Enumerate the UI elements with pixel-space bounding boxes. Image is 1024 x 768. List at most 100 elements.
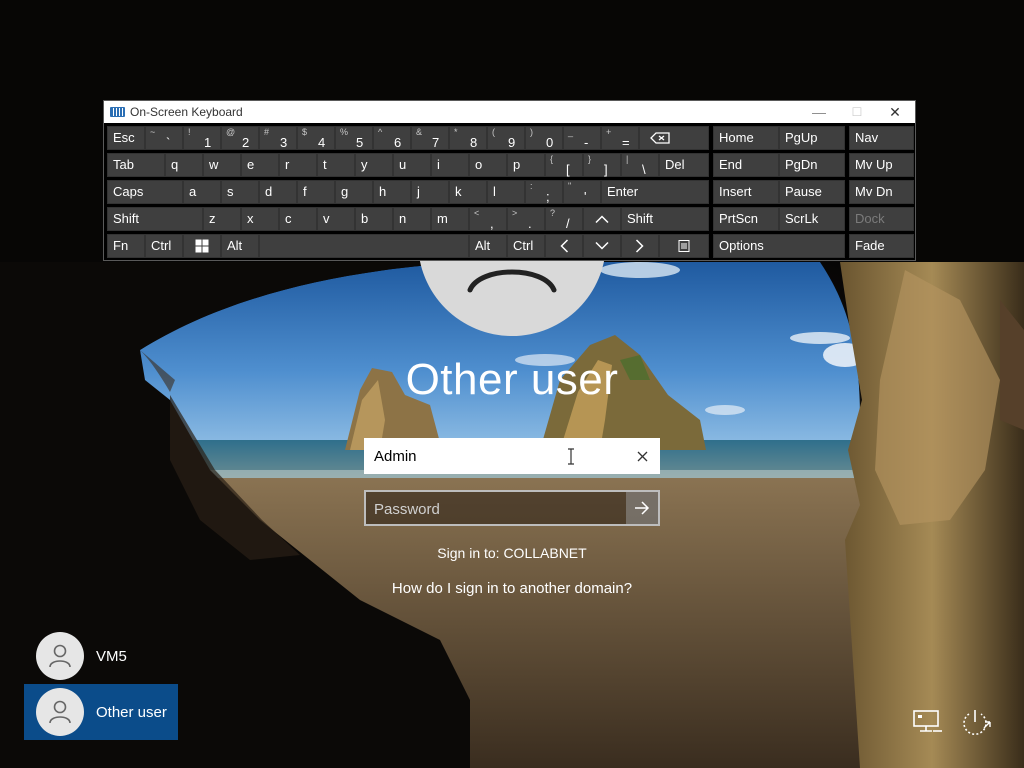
key-mv-dn[interactable]: Mv Dn — [849, 180, 914, 204]
key-fade[interactable]: Fade — [849, 234, 914, 258]
key-w[interactable]: w — [203, 153, 241, 177]
key-u[interactable]: u — [393, 153, 431, 177]
key-b[interactable]: b — [355, 207, 393, 231]
key-9[interactable]: (9 — [487, 126, 525, 150]
key-semicolon[interactable]: :; — [525, 180, 563, 204]
key-windows[interactable] — [183, 234, 221, 258]
key-alt-right[interactable]: Alt — [469, 234, 507, 258]
key-tab[interactable]: Tab — [107, 153, 165, 177]
key-x[interactable]: x — [241, 207, 279, 231]
key-shift-right[interactable]: Shift — [621, 207, 709, 231]
key-options[interactable]: Options — [713, 234, 845, 258]
key-comma[interactable]: <, — [469, 207, 507, 231]
key-enter[interactable]: Enter — [601, 180, 709, 204]
key-arrow-up[interactable] — [583, 207, 621, 231]
key-pgup[interactable]: PgUp — [779, 126, 845, 150]
user-tile-vm5[interactable]: VM5 — [24, 628, 178, 684]
key-f[interactable]: f — [297, 180, 335, 204]
key-insert[interactable]: Insert — [713, 180, 779, 204]
key-shift-left[interactable]: Shift — [107, 207, 203, 231]
key-p[interactable]: p — [507, 153, 545, 177]
submit-button[interactable] — [626, 492, 658, 524]
chevron-left-icon — [560, 239, 569, 253]
user-tile-other-user[interactable]: Other user — [24, 684, 178, 740]
close-button[interactable]: ✕ — [876, 101, 914, 123]
key-mv-up[interactable]: Mv Up — [849, 153, 914, 177]
key-8[interactable]: * 8 — [449, 126, 487, 150]
key-n[interactable]: n — [393, 207, 431, 231]
key-h[interactable]: h — [373, 180, 411, 204]
key-prtscn[interactable]: PrtScn — [713, 207, 779, 231]
another-domain-link[interactable]: How do I sign in to another domain? — [312, 580, 712, 597]
key-z[interactable]: z — [203, 207, 241, 231]
minimize-button[interactable]: — — [800, 101, 838, 123]
title-bar[interactable]: On-Screen Keyboard — ☐ ✕ — [104, 101, 915, 123]
key-a[interactable]: a — [183, 180, 221, 204]
person-icon — [49, 700, 71, 724]
key-l[interactable]: l — [487, 180, 525, 204]
key-s[interactable]: s — [221, 180, 259, 204]
key-nav[interactable]: Nav — [849, 126, 914, 150]
key-m[interactable]: m — [431, 207, 469, 231]
key-space[interactable] — [259, 234, 469, 258]
clear-username-button[interactable] — [624, 438, 660, 474]
key-6[interactable]: ^ 6 — [373, 126, 411, 150]
key-minus[interactable]: _ - — [563, 126, 601, 150]
key-esc[interactable]: Esc — [107, 126, 145, 150]
key-del[interactable]: Del — [659, 153, 709, 177]
key-context-menu[interactable] — [659, 234, 709, 258]
key-k[interactable]: k — [449, 180, 487, 204]
key-1[interactable]: ! 1 — [183, 126, 221, 150]
key-5[interactable]: % 5 — [335, 126, 373, 150]
power-button[interactable] — [958, 706, 992, 740]
key-dock[interactable]: Dock — [849, 207, 914, 231]
key-c[interactable]: c — [279, 207, 317, 231]
key-arrow-right[interactable] — [621, 234, 659, 258]
key-o[interactable]: o — [469, 153, 507, 177]
key-d[interactable]: d — [259, 180, 297, 204]
key-arrow-left[interactable] — [545, 234, 583, 258]
key-v[interactable]: v — [317, 207, 355, 231]
key-pause[interactable]: Pause — [779, 180, 845, 204]
key-4[interactable]: $4 — [297, 126, 335, 150]
key-r[interactable]: r — [279, 153, 317, 177]
network-button[interactable] — [911, 706, 945, 740]
key-e[interactable]: e — [241, 153, 279, 177]
key-slash[interactable]: ? / — [545, 207, 583, 231]
key-arrow-down[interactable] — [583, 234, 621, 258]
key-7[interactable]: & 7 — [411, 126, 449, 150]
key-equals[interactable]: + = — [601, 126, 639, 150]
key-caps[interactable]: Caps — [107, 180, 183, 204]
chevron-right-icon — [635, 239, 644, 253]
keyboard-icon — [110, 107, 125, 117]
key-backslash[interactable]: | \ — [621, 153, 659, 177]
key-end[interactable]: End — [713, 153, 779, 177]
key-y[interactable]: y — [355, 153, 393, 177]
user-avatar — [418, 258, 606, 336]
key-right-bracket[interactable]: }] — [583, 153, 621, 177]
backspace-icon — [650, 132, 671, 144]
key-0[interactable]: ) 0 — [525, 126, 563, 150]
maximize-button[interactable]: ☐ — [838, 101, 876, 123]
key-t[interactable]: t — [317, 153, 355, 177]
key-backtick[interactable]: ~ ` — [145, 126, 183, 150]
key-q[interactable]: q — [165, 153, 203, 177]
key-j[interactable]: j — [411, 180, 449, 204]
key-alt-left[interactable]: Alt — [221, 234, 259, 258]
key-2[interactable]: @2 — [221, 126, 259, 150]
key-scrlk[interactable]: ScrLk — [779, 207, 845, 231]
key-pgdn[interactable]: PgDn — [779, 153, 845, 177]
key-backspace[interactable] — [639, 126, 709, 150]
key-home[interactable]: Home — [713, 126, 779, 150]
key-g[interactable]: g — [335, 180, 373, 204]
key-i[interactable]: i — [431, 153, 469, 177]
password-input[interactable]: Password — [364, 490, 660, 526]
key-ctrl-right[interactable]: Ctrl — [507, 234, 545, 258]
key-3[interactable]: #3 — [259, 126, 297, 150]
key-left-bracket[interactable]: {[ — [545, 153, 583, 177]
key-quote[interactable]: " ' — [563, 180, 601, 204]
key-ctrl-left[interactable]: Ctrl — [145, 234, 183, 258]
key-fn[interactable]: Fn — [107, 234, 145, 258]
key-period[interactable]: >. — [507, 207, 545, 231]
username-input[interactable]: Admin — [364, 438, 660, 474]
